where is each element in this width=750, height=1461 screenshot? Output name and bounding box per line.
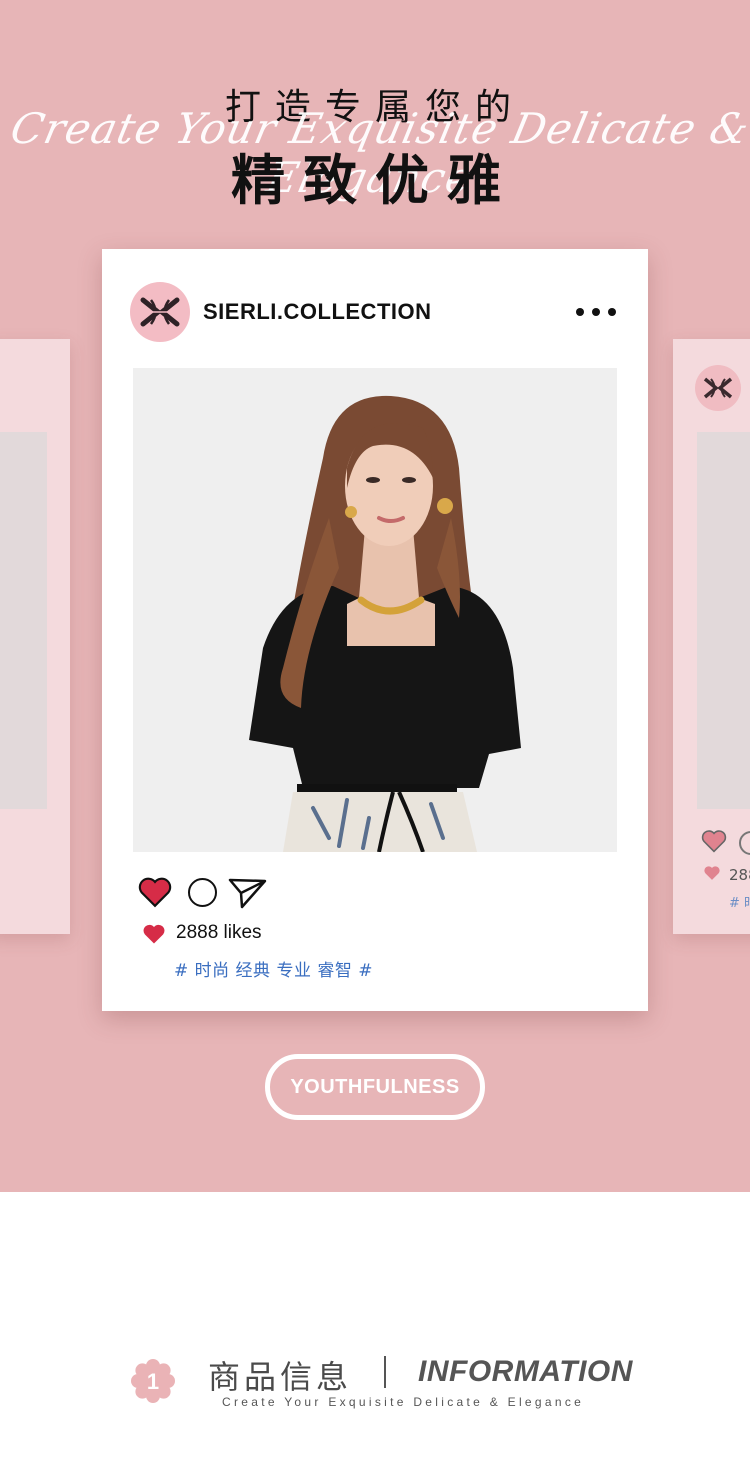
brand-name[interactable]: SIERLI.COLLECTION: [203, 299, 432, 325]
info-title-cn: 商品信息: [208, 1358, 353, 1396]
likes-heart-icon: [143, 924, 165, 944]
heart-icon[interactable]: [138, 876, 172, 908]
info-subtitle: Create Your Exquisite Delicate & Eleganc…: [222, 1395, 585, 1409]
flower-number-icon: 1: [131, 1359, 175, 1403]
post-photo: [133, 368, 617, 852]
send-icon[interactable]: [228, 877, 268, 909]
side-photo-placeholder: [697, 432, 750, 809]
info-title-en: INFORMATION: [418, 1355, 633, 1388]
hero-section: 打造专属您的 Create Your Exquisite Delicate & …: [0, 0, 750, 1192]
model-photo-illustration: [133, 368, 617, 852]
side-brand-logo-icon: [695, 365, 741, 411]
more-icon[interactable]: [576, 307, 616, 317]
more-dot: [576, 308, 584, 316]
post-tags[interactable]: # 时尚 经典 专业 睿智 #: [174, 956, 373, 981]
likes-count: 2888 likes: [176, 922, 262, 943]
post-card: SIERLI.COLLECTION 2888 likes # 时尚 经典 专业 …: [102, 249, 648, 1011]
side-card-left: [0, 339, 70, 934]
comment-icon[interactable]: [188, 878, 217, 907]
youthfulness-button[interactable]: YOUTHFULNESS: [265, 1054, 485, 1120]
side-likes-text: 288: [729, 866, 750, 884]
brand-logo-icon[interactable]: [130, 282, 190, 342]
side-comment-icon: [739, 831, 750, 855]
more-dot: [592, 308, 600, 316]
side-small-heart-icon: [704, 866, 720, 880]
side-photo-placeholder: [0, 432, 47, 809]
side-heart-icon: [701, 830, 727, 853]
more-dot: [608, 308, 616, 316]
side-card-right: 288 # 时: [673, 339, 750, 934]
side-tag-text: # 时: [729, 896, 750, 911]
title-divider: [384, 1356, 386, 1388]
badge-number: 1: [147, 1369, 159, 1394]
headline-main: 精致优雅: [231, 149, 519, 212]
